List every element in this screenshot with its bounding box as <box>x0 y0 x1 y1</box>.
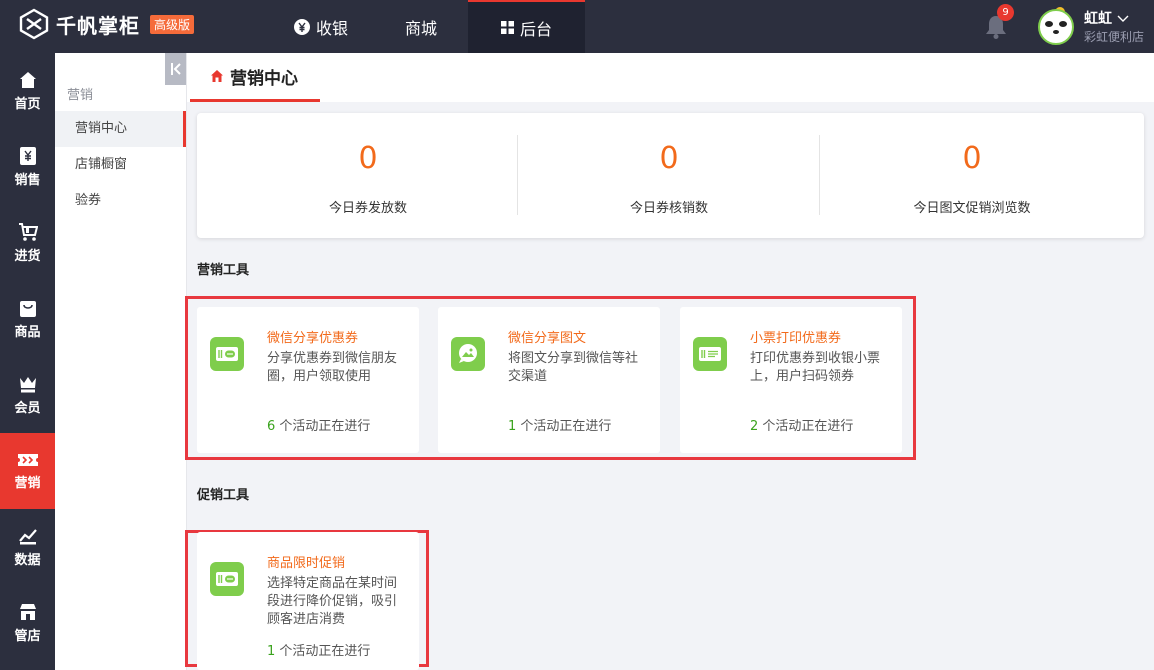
submenu-item-shop-window[interactable]: 店铺橱窗 <box>55 147 186 183</box>
edition-badge: 高级版 <box>150 14 195 34</box>
card-title: 微信分享图文 <box>508 331 587 346</box>
card-desc: 将图文分享到微信等社交渠道 <box>508 351 639 384</box>
receipt-icon <box>693 337 727 371</box>
activity-count: 6 <box>267 419 276 434</box>
nav-label: 商城 <box>404 18 437 38</box>
yen-icon <box>293 18 310 35</box>
stat-value: 0 <box>962 141 982 176</box>
nav-mall[interactable]: 商城 <box>374 0 468 53</box>
card-title: 小票打印优惠券 <box>750 331 842 346</box>
stat-label: 今日券核销数 <box>629 201 708 216</box>
collapse-sidebar-button[interactable] <box>165 53 186 85</box>
card-title: 商品限时促销 <box>267 556 346 571</box>
submenu-item-marketing-center[interactable]: 营销中心 <box>55 111 186 147</box>
stat-coupons-issued: 0 今日券发放数 <box>208 113 528 238</box>
top-nav: 收银 商城 后台 <box>268 0 585 53</box>
tab-marketing-center[interactable]: 营销中心 <box>190 53 320 102</box>
coupon-icon <box>210 562 244 596</box>
main-sidebar: 首页 销售 进货 商品 会员 营销 数据 管店 <box>0 53 55 670</box>
stat-value: 0 <box>358 141 378 176</box>
nav-backend[interactable]: 后台 <box>468 0 585 53</box>
activity-count: 2 <box>750 419 759 434</box>
store-icon <box>19 603 36 620</box>
sidebar-item-data[interactable]: 数据 <box>0 509 55 585</box>
card-desc: 分享优惠券到微信朋友圈，用户领取使用 <box>267 351 398 384</box>
stats-panel: 0 今日券发放数 0 今日券核销数 0 今日图文促销浏览数 <box>197 113 1144 238</box>
card-receipt-coupon[interactable]: 小票打印优惠券 打印优惠券到收银小票上，用户扫码领券 2 个活动正在进行 <box>680 307 902 453</box>
card-status: 1 个活动正在进行 <box>508 419 612 434</box>
card-status: 6 个活动正在进行 <box>267 419 371 434</box>
sidebar-item-store[interactable]: 管店 <box>0 585 55 661</box>
card-limited-time-promo[interactable]: 商品限时促销 选择特定商品在某时间段进行降价促销，吸引顾客进店消费 1 个活动正… <box>197 532 419 670</box>
sidebar-item-sales[interactable]: 销售 <box>0 129 55 205</box>
card-wechat-image-text[interactable]: 微信分享图文 将图文分享到微信等社交渠道 1 个活动正在进行 <box>438 307 660 453</box>
top-bar: 千帆掌柜 高级版 收银 商城 后台 9 虹虹 彩虹便利店 <box>0 0 1154 53</box>
stat-value: 0 <box>659 141 679 176</box>
logo-text: 千帆掌柜 <box>56 13 140 38</box>
coupon-icon <box>210 337 244 371</box>
card-status: 2 个活动正在进行 <box>750 419 854 434</box>
nav-label: 后台 <box>519 19 552 39</box>
sales-icon <box>19 146 36 165</box>
card-desc: 选择特定商品在某时间段进行降价促销，吸引顾客进店消费 <box>267 576 398 627</box>
logo-icon <box>19 8 49 40</box>
crown-icon <box>19 376 36 392</box>
stat-label: 今日券发放数 <box>328 201 407 216</box>
home-icon <box>211 70 223 82</box>
cart-icon <box>18 222 38 241</box>
sidebar-item-member[interactable]: 会员 <box>0 357 55 433</box>
page-title: 营销中心 <box>230 68 298 89</box>
bag-icon <box>19 300 36 317</box>
sidebar-item-home[interactable]: 首页 <box>0 53 55 129</box>
image-share-icon <box>451 337 485 371</box>
activity-count: 1 <box>508 419 517 434</box>
chart-icon <box>18 528 37 544</box>
card-desc: 打印优惠券到收银小票上，用户扫码领券 <box>750 351 881 384</box>
secondary-menu: 营销 营销中心 店铺橱窗 验券 <box>55 53 187 670</box>
grid-icon <box>500 21 514 34</box>
sidebar-item-goods[interactable]: 商品 <box>0 281 55 357</box>
chevron-down-icon <box>1117 15 1129 22</box>
sidebar-item-marketing[interactable]: 营销 <box>0 433 55 509</box>
section-title-marketing-tools: 营销工具 <box>197 263 250 278</box>
card-status: 1 个活动正在进行 <box>267 644 371 659</box>
card-wechat-coupon[interactable]: 微信分享优惠券 分享优惠券到微信朋友圈，用户领取使用 6 个活动正在进行 <box>197 307 419 453</box>
nav-cashier[interactable]: 收银 <box>268 0 374 53</box>
stat-promo-views: 0 今日图文促销浏览数 <box>812 113 1132 238</box>
sidebar-item-purchase[interactable]: 进货 <box>0 205 55 281</box>
home-icon <box>19 71 36 88</box>
avatar[interactable] <box>1034 3 1076 45</box>
submenu-title: 营销 <box>67 88 94 103</box>
store-name: 彩虹便利店 <box>1084 30 1145 44</box>
nav-label: 收银 <box>315 18 348 38</box>
notification-badge: 9 <box>997 4 1014 21</box>
logo[interactable]: 千帆掌柜 高级版 <box>18 8 195 40</box>
card-title: 微信分享优惠券 <box>267 331 359 346</box>
ticket-icon <box>17 453 38 466</box>
stat-coupons-redeemed: 0 今日券核销数 <box>509 113 829 238</box>
section-title-promo-tools: 促销工具 <box>197 488 250 503</box>
activity-count: 1 <box>267 644 276 659</box>
page-tab-bar <box>187 53 1154 102</box>
user-name[interactable]: 虹虹 <box>1084 8 1129 28</box>
submenu-item-verify-coupon[interactable]: 验券 <box>55 183 186 219</box>
collapse-icon <box>170 63 181 75</box>
stat-label: 今日图文促销浏览数 <box>913 201 1031 216</box>
